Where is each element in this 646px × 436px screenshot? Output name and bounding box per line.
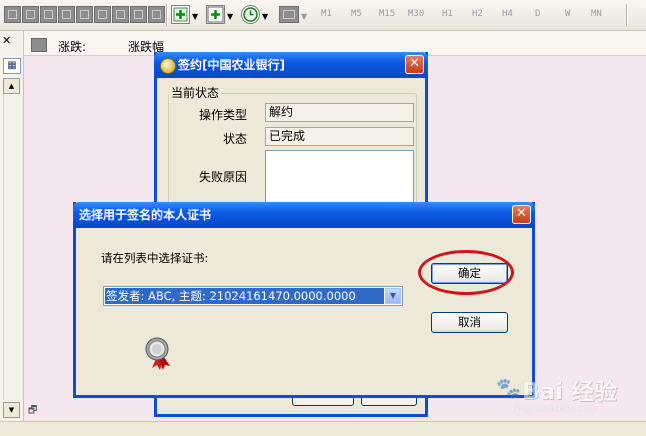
scroll-down-button[interactable]: ▼ <box>3 402 20 418</box>
cancel-button[interactable]: 取消 <box>431 312 508 333</box>
draw-tool-button[interactable] <box>22 6 39 23</box>
scrollbar-track[interactable] <box>3 94 19 400</box>
period-m5[interactable]: M5 <box>351 9 362 19</box>
draw-tool-button[interactable] <box>130 6 147 23</box>
app-icon <box>160 58 176 74</box>
operation-type-label: 操作类型 <box>198 108 247 122</box>
scroll-up-button[interactable]: ▲ <box>3 78 20 94</box>
draw-tool-button[interactable] <box>58 6 75 23</box>
draw-tool-button[interactable] <box>4 6 21 23</box>
add-chart-icon[interactable] <box>206 5 225 24</box>
main-toolbar: ▼ ▼ ▼ ▼ M1 M5 M15 M30 H1 H2 H4 D W MN <box>0 0 646 31</box>
draw-tool-button[interactable] <box>40 6 57 23</box>
draw-tool-button[interactable] <box>94 6 111 23</box>
draw-tool-button[interactable] <box>148 6 165 23</box>
close-button[interactable]: ✕ <box>405 55 424 74</box>
operation-type-field: 解约 <box>265 103 414 122</box>
chevron-down-icon[interactable]: ▼ <box>385 288 401 304</box>
chevron-down-icon[interactable]: ▼ <box>192 12 198 21</box>
baidu-watermark: 🐾 Bai 经验 jingyan.baidu.com <box>496 370 643 420</box>
period-w[interactable]: W <box>565 9 570 19</box>
prompt-text: 请在列表中选择证书: <box>101 251 209 265</box>
draw-tool-button[interactable] <box>76 6 93 23</box>
close-icon[interactable]: ✕ <box>2 34 11 47</box>
dialog-title: 选择用于签名的本人证书 <box>79 208 212 222</box>
change-label: 涨跌: <box>58 40 87 54</box>
dialog-title-bar[interactable]: 选择用于签名的本人证书 ✕ <box>73 202 535 228</box>
period-mn[interactable]: MN <box>591 9 602 19</box>
period-m30[interactable]: M30 <box>408 9 424 19</box>
chevron-down-icon[interactable]: ▼ <box>227 12 233 21</box>
restore-icon[interactable]: 🗗 <box>28 403 37 420</box>
period-d[interactable]: D <box>535 9 540 19</box>
status-label: 状态 <box>222 132 247 146</box>
text-tool-button[interactable] <box>112 6 129 23</box>
period-h2[interactable]: H2 <box>472 9 483 19</box>
chevron-down-icon[interactable]: ▼ <box>262 12 268 21</box>
status-bar <box>0 421 646 436</box>
paw-logo-icon: 🐾 <box>496 376 521 400</box>
watermark-main: Bai 经验 <box>522 379 617 405</box>
failure-reason-label: 失败原因 <box>198 170 247 184</box>
grid-icon[interactable]: ▦ <box>3 58 21 74</box>
status-field: 已完成 <box>265 127 414 146</box>
window-title-bar[interactable]: 签约[中国农业银行] ✕ <box>154 52 428 78</box>
watermark-url: jingyan.baidu.com <box>514 404 598 414</box>
highlight-annotation <box>418 250 514 295</box>
symbol-icon[interactable] <box>31 38 47 52</box>
period-h1[interactable]: H1 <box>442 9 453 19</box>
period-m1[interactable]: M1 <box>321 9 332 19</box>
certificate-dialog: 选择用于签名的本人证书 ✕ 请在列表中选择证书: 签发者: ABC, 主题: 2… <box>73 202 535 398</box>
group-label: 当前状态 <box>169 84 222 101</box>
window-title: 签约[中国农业银行] <box>178 58 285 72</box>
chevron-down-icon[interactable]: ▼ <box>301 12 307 21</box>
period-h4[interactable]: H4 <box>502 9 513 19</box>
template-icon[interactable] <box>279 6 299 23</box>
clock-icon[interactable] <box>241 5 260 24</box>
close-button[interactable]: ✕ <box>512 205 531 224</box>
selected-certificate[interactable]: 签发者: ABC, 主题: 21024161470.0000.0000 <box>105 288 384 304</box>
period-m15[interactable]: M15 <box>379 9 395 19</box>
add-indicator-icon[interactable] <box>171 5 190 24</box>
certificate-icon <box>145 337 170 370</box>
failure-reason-field[interactable] <box>265 150 414 210</box>
certificate-select[interactable]: 签发者: ABC, 主题: 21024161470.0000.0000 ▼ <box>103 286 403 306</box>
